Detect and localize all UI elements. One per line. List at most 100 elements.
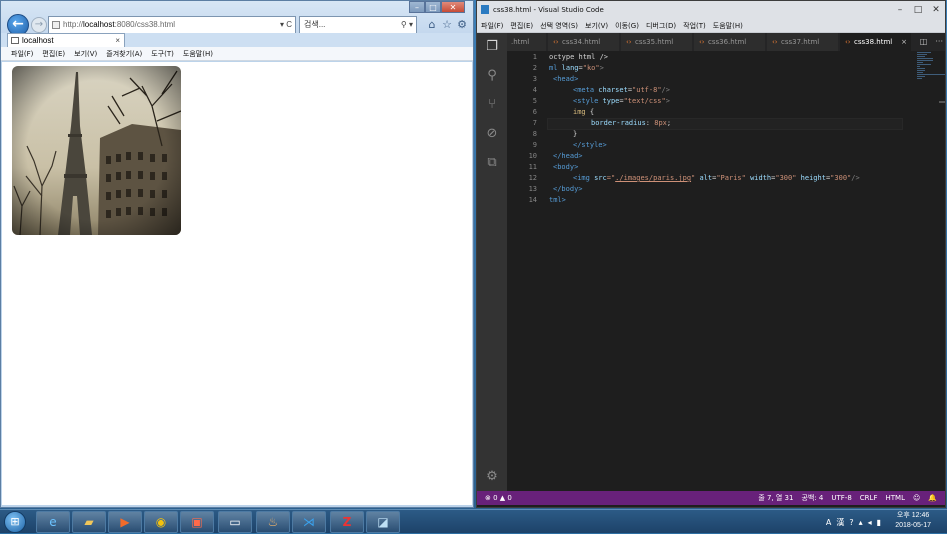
source-control-icon[interactable]: ⑂ <box>484 97 500 113</box>
code-line: </style> <box>573 141 607 149</box>
explorer-icon[interactable]: ❐ <box>484 39 500 55</box>
encoding[interactable]: UTF-8 <box>831 491 851 505</box>
menu-edit[interactable]: 편집(E) <box>510 19 533 32</box>
vscode-taskbar-icon[interactable]: ⋊ <box>292 511 326 533</box>
tab-close-icon[interactable]: × <box>115 34 120 47</box>
volume-icon[interactable]: ◂ <box>868 518 872 527</box>
java-icon[interactable]: ♨ <box>256 511 290 533</box>
minimize-button[interactable]: – <box>409 1 425 13</box>
page-content <box>2 62 472 505</box>
tab-css34[interactable]: ‹› css34.html <box>548 33 620 51</box>
vscode-window-controls: – □ ✕ <box>891 1 945 19</box>
cursor-position[interactable]: 줄 7, 열 31 <box>758 491 793 505</box>
menu-favorites[interactable]: 즐겨찾기(A) <box>106 47 142 60</box>
html-file-icon: ‹› <box>772 38 778 46</box>
menu-tasks[interactable]: 작업(T) <box>683 19 706 32</box>
network-icon[interactable]: ▮ <box>877 518 881 527</box>
menu-view[interactable]: 보기(V) <box>74 47 97 60</box>
tab-localhost[interactable]: localhost × <box>7 33 125 47</box>
tab-html[interactable]: .html <box>507 33 547 51</box>
menu-help[interactable]: 도움말(H) <box>183 47 213 60</box>
menu-selection[interactable]: 선택 영역(S) <box>540 19 578 32</box>
cmd-icon[interactable]: ▭ <box>218 511 252 533</box>
ime-mode-icon[interactable]: A <box>826 518 831 527</box>
code-token: "300" <box>775 174 801 182</box>
ie-tab-strip: localhost × <box>1 33 473 47</box>
feedback-smiley-icon[interactable]: ☺ <box>913 491 920 505</box>
code-line: </body> <box>553 185 583 193</box>
indentation[interactable]: 공백: 4 <box>801 491 823 505</box>
ie-taskbar-icon[interactable]: e <box>36 511 70 533</box>
search-icon[interactable]: ⚲ ▾ <box>401 17 413 33</box>
status-right: 줄 7, 열 31 공백: 4 UTF-8 CRLF HTML ☺ 🔔 <box>758 491 937 505</box>
line-number: 12 <box>528 174 537 182</box>
app-window-icon[interactable]: ◪ <box>366 511 400 533</box>
menu-go[interactable]: 이동(G) <box>615 19 639 32</box>
line-ending[interactable]: CRLF <box>860 491 878 505</box>
menu-debug[interactable]: 디버그(D) <box>646 19 676 32</box>
media-player-icon[interactable]: ▶ <box>108 511 142 533</box>
refresh-icon[interactable]: ▾ C <box>280 17 292 33</box>
menu-tools[interactable]: 도구(T) <box>151 47 174 60</box>
activity-bar: ❐ ⚲ ⑂ ⊘ ⧉ ⚙ <box>477 33 507 493</box>
start-button[interactable]: ⊞ <box>4 511 26 533</box>
address-host: localhost <box>83 20 115 29</box>
tab-css37[interactable]: ‹› css37.html <box>767 33 839 51</box>
maximize-button[interactable]: □ <box>909 1 927 19</box>
search-placeholder: 검색... <box>304 20 326 29</box>
code-token: "utf-8" <box>632 86 662 94</box>
extensions-icon[interactable]: ⧉ <box>484 155 500 171</box>
code-token[interactable]: ./images/paris.jpg <box>615 174 691 182</box>
favorites-star-icon[interactable]: ☆ <box>440 18 454 32</box>
chrome-icon[interactable]: ◉ <box>144 511 178 533</box>
help-icon[interactable]: ? <box>849 518 853 527</box>
menu-view[interactable]: 보기(V) <box>585 19 608 32</box>
tab-close-icon[interactable]: × <box>901 33 907 51</box>
search-icon[interactable]: ⚲ <box>484 68 500 84</box>
code-line: <style type="text/css"> <box>573 97 670 105</box>
close-button[interactable]: ✕ <box>927 1 945 19</box>
tab-css35[interactable]: ‹› css35.html <box>621 33 693 51</box>
clock[interactable]: 오후 12:46 2018-05-17 <box>895 511 931 531</box>
notifications-bell-icon[interactable]: 🔔 <box>928 491 937 505</box>
filezilla-icon[interactable]: Z <box>330 511 364 533</box>
split-editor-icon[interactable]: ◫ <box>920 33 928 51</box>
menu-help[interactable]: 도움말(H) <box>713 19 743 32</box>
code-line: ml lang="ko"> <box>549 64 604 72</box>
line-number: 6 <box>532 108 537 116</box>
code-token: </style> <box>573 141 607 149</box>
more-actions-icon[interactable]: ··· <box>935 33 943 51</box>
debug-icon[interactable]: ⊘ <box>484 126 500 142</box>
minimap[interactable] <box>917 51 945 91</box>
settings-gear-icon[interactable]: ⚙ <box>484 469 500 485</box>
menu-file[interactable]: 파일(F) <box>481 19 503 32</box>
home-icon[interactable]: ⌂ <box>425 18 439 32</box>
scrollbar[interactable] <box>939 101 945 103</box>
tab-css36[interactable]: ‹› css36.html <box>694 33 766 51</box>
maximize-button[interactable]: □ <box>425 1 441 13</box>
line-number: 10 <box>528 152 537 160</box>
line-number: 11 <box>528 163 537 171</box>
presentation-app-icon[interactable]: ▣ <box>180 511 214 533</box>
problems-indicator[interactable]: ⊗ 0 ▲ 0 <box>485 491 512 505</box>
menu-edit[interactable]: 편집(E) <box>42 47 65 60</box>
gear-icon[interactable]: ⚙ <box>455 18 469 32</box>
address-suffix: :8080/css38.html <box>114 20 176 29</box>
language-mode[interactable]: HTML <box>885 491 904 505</box>
code-editor[interactable]: 1 2 3 4 5 6 7 8 9 10 11 12 13 14 octype … <box>507 51 945 493</box>
address-bar[interactable]: http://localhost:8080/css38.html ▾ C <box>48 16 296 34</box>
tab-label: .html <box>511 38 530 46</box>
search-input[interactable]: 검색... ⚲ ▾ <box>299 16 417 34</box>
minimize-button[interactable]: – <box>891 1 909 19</box>
ie-menubar: 파일(F) 편집(E) 보기(V) 즐겨찾기(A) 도구(T) 도움말(H) <box>1 47 473 61</box>
menu-file[interactable]: 파일(F) <box>11 47 33 60</box>
close-button[interactable]: ✕ <box>441 1 465 13</box>
code-token: border-radius <box>591 119 646 127</box>
code-token: <meta <box>573 86 599 94</box>
show-hidden-icons-icon[interactable]: ▴ <box>859 518 863 527</box>
ie-window: ← → http://localhost:8080/css38.html ▾ C… <box>0 0 474 508</box>
hanja-icon[interactable]: 漢 <box>836 517 844 528</box>
explorer-folder-icon[interactable]: ▰ <box>72 511 106 533</box>
forward-button[interactable]: → <box>31 17 47 33</box>
tab-css38[interactable]: ‹› css38.html × <box>840 33 912 51</box>
